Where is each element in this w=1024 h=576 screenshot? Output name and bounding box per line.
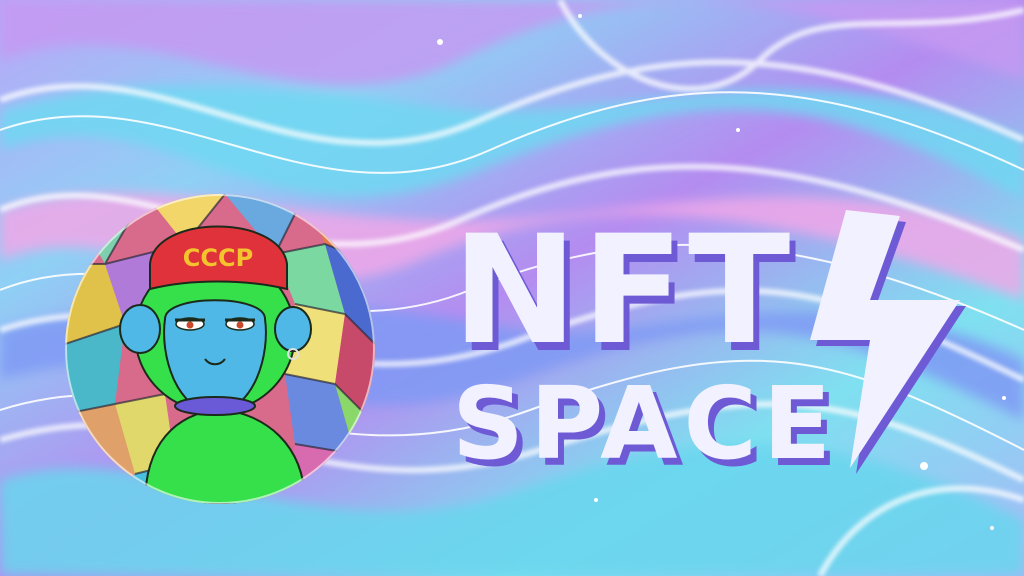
cap-text: CCCP [183,244,253,272]
ape-right-ear [274,306,312,352]
ape-avatar: CCCP [65,194,375,504]
title-block: NFT NFT SPACE SPACE [430,180,990,500]
ape-mouth [174,396,256,416]
title-line2: SPACE [452,365,837,482]
ape-left-ear [119,304,161,354]
nft-space-banner: CCCP NFT NFT SPACE SPACE [0,0,1024,576]
title-artwork: NFT NFT SPACE SPACE [452,204,966,489]
title-line1: NFT [452,204,794,378]
